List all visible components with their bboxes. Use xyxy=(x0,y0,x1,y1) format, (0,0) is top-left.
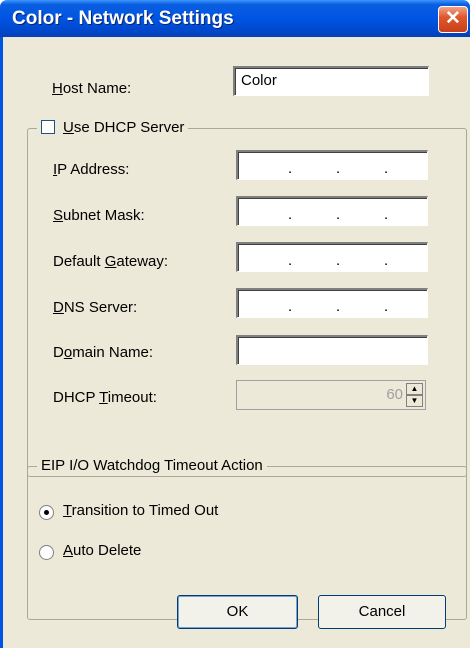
transition-timed-out-radio[interactable] xyxy=(39,505,54,520)
title-bar[interactable]: Color - Network Settings ✕ xyxy=(0,0,470,37)
default-gateway-input[interactable]: ... xyxy=(236,242,428,272)
use-dhcp-label[interactable]: Use DHCP Server xyxy=(63,119,184,136)
subnet-mask-input[interactable]: ... xyxy=(236,196,428,226)
dhcp-timeout-value: 60 xyxy=(386,386,403,403)
default-gateway-label: Default Gateway: xyxy=(53,253,169,270)
dhcp-timeout-spinner[interactable]: 60 ▲ ▼ xyxy=(236,380,426,410)
use-dhcp-checkbox[interactable] xyxy=(41,120,55,134)
network-settings-dialog: Color - Network Settings ✕ Host Name: Co… xyxy=(0,0,470,648)
auto-delete-label[interactable]: Auto Delete xyxy=(63,542,141,559)
close-button[interactable]: ✕ xyxy=(438,6,468,33)
ip-address-input[interactable]: ... xyxy=(236,150,428,180)
transition-timed-out-label[interactable]: Transition to Timed Out xyxy=(63,502,218,519)
ok-button[interactable]: OK xyxy=(177,595,298,629)
cancel-button[interactable]: Cancel xyxy=(318,595,446,629)
ip-address-label: IP Address: xyxy=(53,161,130,178)
dhcp-timeout-label: DHCP Timeout: xyxy=(53,389,157,406)
dhcp-group-header: Use DHCP Server xyxy=(37,119,189,136)
close-icon: ✕ xyxy=(445,8,461,29)
watchdog-legend: EIP I/O Watchdog Timeout Action xyxy=(37,457,267,474)
subnet-mask-label: Subnet Mask: xyxy=(53,207,145,224)
domain-name-input[interactable] xyxy=(236,335,428,365)
spin-down-icon[interactable]: ▼ xyxy=(406,395,423,407)
host-name-input[interactable]: Color xyxy=(233,66,429,96)
domain-name-label: Domain Name: xyxy=(53,344,154,361)
dns-server-label: DNS Server: xyxy=(53,299,138,316)
spin-up-icon[interactable]: ▲ xyxy=(406,383,423,395)
window-title: Color - Network Settings xyxy=(12,8,234,29)
dns-server-input[interactable]: ... xyxy=(236,288,428,318)
host-name-label: Host Name: xyxy=(52,80,132,97)
auto-delete-radio[interactable] xyxy=(39,545,54,560)
radio-selected-dot xyxy=(44,510,49,515)
dialog-body: Host Name: Color Use DHCP Server IP Addr… xyxy=(0,37,470,648)
